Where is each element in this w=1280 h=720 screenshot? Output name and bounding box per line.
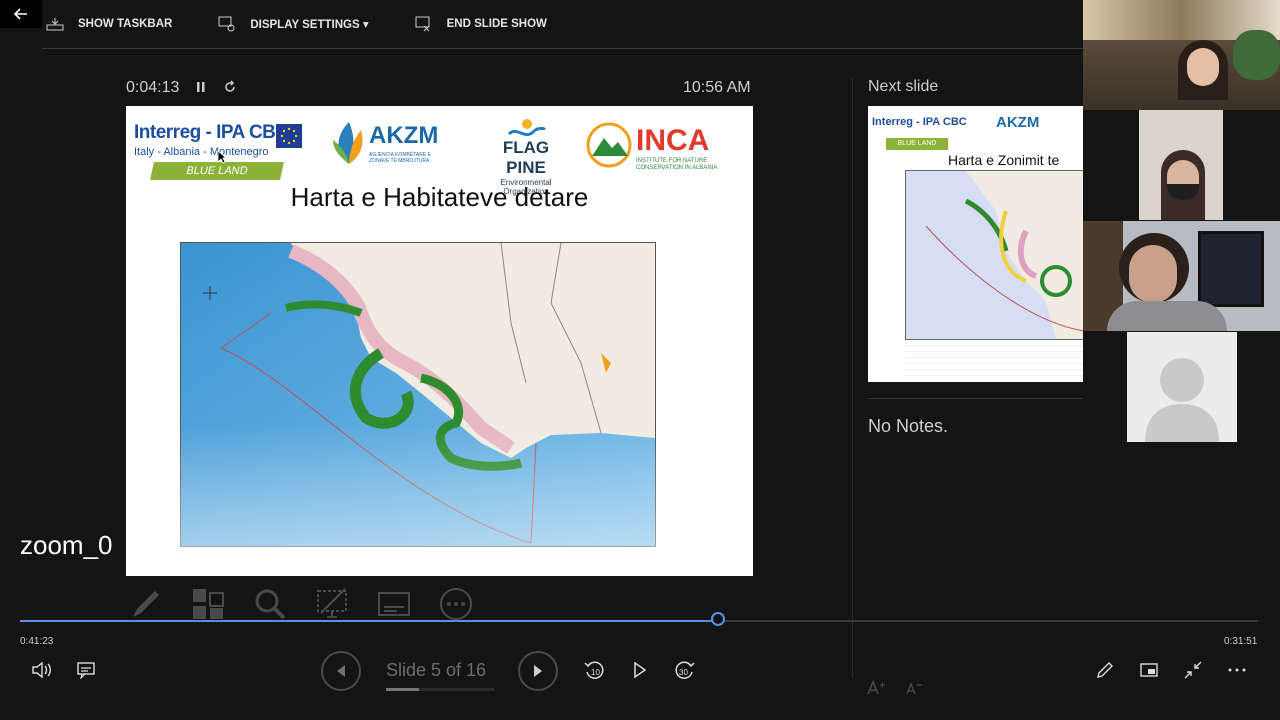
decrease-notes-font-button[interactable]: [900, 674, 928, 702]
participant-video-3[interactable]: [1083, 221, 1280, 331]
restart-timer-button[interactable]: [223, 80, 237, 99]
forward-30-icon: 30: [675, 661, 695, 679]
previous-icon: [337, 665, 345, 677]
akzm-name: AKZM: [369, 122, 439, 149]
akzm-sub: AGJENCIA KOMBËTARE E ZONAVE TË MBROJTURA: [369, 152, 431, 164]
grid-icon: [193, 589, 224, 619]
back-arrow-icon: [14, 8, 27, 20]
pause-timer-button[interactable]: [195, 80, 207, 99]
ellipsis-icon: [1228, 668, 1246, 672]
next-slide-title: Harta e Zonimit te: [948, 152, 1060, 168]
end-slide-show-button[interactable]: END SLIDE SHOW: [415, 16, 547, 32]
collapse-icon: [1184, 661, 1202, 679]
annotate-button[interactable]: [1091, 656, 1119, 684]
show-taskbar-button[interactable]: SHOW TASKBAR: [46, 17, 172, 31]
slide-position-fill: [386, 688, 419, 691]
captions-icon: [77, 662, 95, 679]
subtitles-button[interactable]: [376, 586, 412, 622]
participant-video-2[interactable]: [1139, 110, 1223, 220]
rewind-10-icon: 10: [584, 661, 604, 679]
elapsed-time: 0:41:23: [20, 636, 54, 647]
next-blue-land-band: BLUE LAND: [886, 138, 948, 150]
restart-icon: [225, 80, 235, 92]
increase-notes-font-button[interactable]: [862, 674, 890, 702]
participant-video-1[interactable]: [1083, 0, 1280, 110]
more-button[interactable]: [1223, 656, 1251, 684]
captions-button[interactable]: [72, 656, 100, 684]
elapsed-timer: 0:04:13: [126, 79, 180, 96]
speaker-notes: No Notes.: [868, 416, 949, 436]
notes-divider: [868, 398, 1083, 399]
habitat-map: [180, 242, 656, 547]
progress-thumb[interactable]: [711, 612, 726, 626]
see-all-slides-button[interactable]: [190, 586, 226, 622]
next-slide-label: Next slide: [868, 78, 939, 95]
display-settings-icon: [218, 16, 235, 32]
back-button[interactable]: [0, 0, 42, 28]
pause-icon: [197, 82, 205, 92]
forward-label: 30: [679, 668, 688, 677]
participant-avatar-tile[interactable]: [1127, 332, 1237, 442]
participant-name-label: zoom_0: [20, 530, 113, 560]
show-taskbar-label: SHOW TASKBAR: [78, 18, 173, 30]
flag-pine-name: FLAG PINE: [502, 138, 550, 177]
inca-mountain-icon: [586, 122, 632, 168]
mouse-cursor-icon: [217, 150, 227, 164]
screen-slash-icon: [317, 588, 347, 618]
magnifier-icon: [255, 589, 286, 620]
next-slide-button[interactable]: [518, 651, 558, 691]
pen-tool-button[interactable]: [128, 586, 164, 622]
play-button[interactable]: [626, 656, 654, 684]
annotation-tools: [128, 586, 500, 622]
zoom-slide-button[interactable]: [252, 586, 288, 622]
end-show-icon: [415, 16, 430, 32]
pane-divider: [852, 78, 853, 678]
forward-button[interactable]: 30: [670, 656, 698, 684]
akzm-leaf-icon: [333, 122, 363, 164]
exit-fullscreen-button[interactable]: [1179, 656, 1207, 684]
rewind-label: 10: [591, 668, 600, 677]
subtitles-icon: [378, 592, 410, 616]
screen-mode-icon: [1140, 663, 1158, 677]
black-screen-button[interactable]: [314, 586, 350, 622]
next-akzm-name: AKZM: [996, 114, 1040, 131]
akzm-logo: AKZM AGJENCIA KOMBËTARE E ZONAVE TË MBRO…: [331, 120, 441, 171]
next-slide-legend: [905, 340, 1083, 380]
end-slide-show-label: END SLIDE SHOW: [446, 18, 547, 30]
inca-name: INCA: [636, 124, 710, 157]
blue-land-band: BLUE LAND: [150, 162, 284, 180]
taskbar-icon: [46, 18, 64, 31]
default-avatar-icon: [1145, 358, 1219, 442]
screen-mode-button[interactable]: [1135, 656, 1163, 684]
slide-title: Harta e Habitateve detare: [290, 182, 589, 212]
next-icon: [534, 665, 542, 677]
volume-button[interactable]: [28, 656, 56, 684]
slide-counter[interactable]: Slide 5 of 16: [386, 660, 486, 681]
rewind-button[interactable]: 10: [581, 656, 609, 684]
pencil-icon: [1097, 662, 1113, 678]
flag-pine-wave-icon: [507, 119, 547, 137]
font-decrease-icon: [906, 682, 922, 695]
next-slide-preview[interactable]: Interreg - IPA CBC BLUE LAND AKZM Harta …: [868, 106, 1083, 382]
current-slide: Interreg - IPA CBC Italy - Albania - Mon…: [126, 106, 753, 576]
next-slide-map: [905, 170, 1083, 340]
more-circle-icon: [440, 588, 472, 620]
display-settings-label: DISPLAY SETTINGS ▾: [250, 19, 369, 31]
volume-icon: [32, 661, 51, 679]
inca-sub: INSTITUTE FOR NATURE CONSERVATION IN ALB…: [636, 158, 718, 171]
inca-logo: INCA INSTITUTE FOR NATURE CONSERVATION I…: [586, 122, 726, 173]
presenter-toolbar: SHOW TASKBAR DISPLAY SETTINGS ▾ END SLID…: [42, 0, 1083, 49]
pen-icon: [133, 591, 159, 617]
previous-slide-button[interactable]: [321, 651, 361, 691]
more-options-button[interactable]: [438, 586, 474, 622]
eu-flag-icon: [276, 124, 302, 148]
font-increase-icon: [867, 680, 885, 695]
progress-fill: [20, 620, 720, 622]
play-icon: [634, 662, 647, 678]
next-interreg-name: Interreg - IPA CBC: [872, 116, 967, 128]
display-settings-button[interactable]: DISPLAY SETTINGS ▾: [218, 16, 369, 32]
remaining-time: 0:31:51: [1224, 636, 1258, 647]
current-time: 10:56 AM: [683, 79, 751, 96]
